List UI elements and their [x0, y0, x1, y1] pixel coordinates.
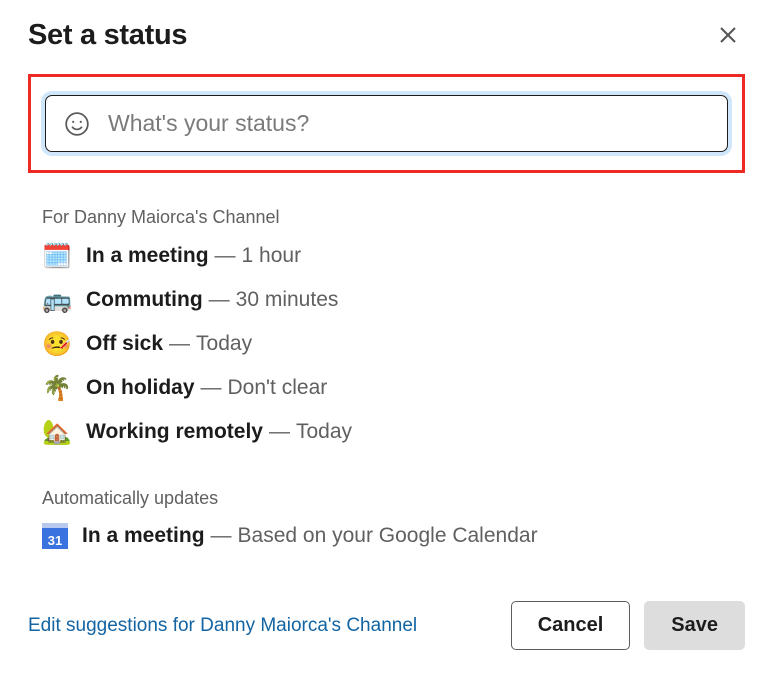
status-option-sick[interactable]: 🤒 Off sick — Today	[42, 330, 745, 358]
calendar-emoji-icon: 🗓️	[42, 242, 72, 270]
input-highlight-box: What's your status?	[28, 74, 745, 173]
edit-suggestions-link[interactable]: Edit suggestions for Danny Maiorca's Cha…	[28, 615, 417, 637]
status-option-holiday[interactable]: 🌴 On holiday — Don't clear	[42, 374, 745, 402]
status-placeholder: What's your status?	[108, 110, 309, 137]
option-label: Off sick	[86, 332, 163, 356]
option-separator: —	[209, 288, 230, 312]
option-separator: —	[169, 332, 190, 356]
option-label: Commuting	[86, 288, 203, 312]
option-duration: Based on your Google Calendar	[238, 524, 538, 548]
bus-emoji-icon: 🚌	[42, 286, 72, 314]
option-separator: —	[269, 420, 290, 444]
suggestions-header: For Danny Maiorca's Channel	[42, 207, 745, 228]
status-option-meeting[interactable]: 🗓️ In a meeting — 1 hour	[42, 242, 745, 270]
option-duration: Don't clear	[228, 376, 328, 400]
save-button[interactable]: Save	[644, 601, 745, 650]
option-label: On holiday	[86, 376, 195, 400]
status-option-commuting[interactable]: 🚌 Commuting — 30 minutes	[42, 286, 745, 314]
smiley-icon	[64, 111, 90, 137]
option-duration: 1 hour	[242, 244, 302, 268]
option-separator: —	[201, 376, 222, 400]
dialog-title: Set a status	[28, 19, 187, 52]
option-separator: —	[211, 524, 232, 548]
option-label: Working remotely	[86, 420, 263, 444]
auto-updates-header: Automatically updates	[42, 488, 745, 509]
close-button[interactable]	[711, 18, 745, 52]
house-emoji-icon: 🏡	[42, 418, 72, 446]
status-option-remote[interactable]: 🏡 Working remotely — Today	[42, 418, 745, 446]
close-icon	[718, 25, 738, 45]
cancel-button[interactable]: Cancel	[511, 601, 631, 650]
google-calendar-icon: 31	[42, 523, 68, 549]
option-duration: Today	[296, 420, 352, 444]
option-duration: Today	[196, 332, 252, 356]
option-label: In a meeting	[82, 524, 205, 548]
palm-emoji-icon: 🌴	[42, 374, 72, 402]
auto-option-calendar[interactable]: 31 In a meeting — Based on your Google C…	[42, 523, 745, 549]
option-label: In a meeting	[86, 244, 209, 268]
sick-emoji-icon: 🤒	[42, 330, 72, 358]
status-input[interactable]: What's your status?	[45, 95, 728, 152]
option-duration: 30 minutes	[236, 288, 339, 312]
option-separator: —	[215, 244, 236, 268]
